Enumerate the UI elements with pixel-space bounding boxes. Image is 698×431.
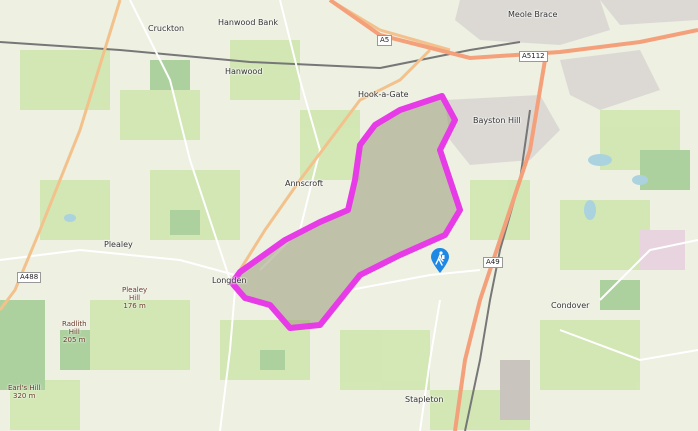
map-base bbox=[0, 0, 698, 431]
map-view[interactable]: Cruckton Hanwood Bank Meole Brace Hanwoo… bbox=[0, 0, 698, 431]
peak-label: Plealey Hill 176 m bbox=[122, 286, 148, 310]
peak-label: Earl's Hill 320 m bbox=[8, 384, 41, 400]
road-ref-label: A488 bbox=[17, 272, 42, 283]
peak-label: Radlith Hill 205 m bbox=[62, 320, 87, 344]
place-label: Hanwood Bank bbox=[218, 18, 279, 27]
place-label: Plealey bbox=[104, 240, 133, 249]
place-label: Condover bbox=[551, 301, 590, 310]
place-label: Annscroft bbox=[285, 179, 323, 188]
place-label: Longden bbox=[212, 276, 247, 285]
road-ref-label: A5112 bbox=[519, 51, 548, 62]
hiker-icon[interactable] bbox=[430, 248, 450, 274]
quarry-area bbox=[500, 360, 530, 420]
place-label: Meole Brace bbox=[508, 10, 558, 19]
place-label: Hook-a-Gate bbox=[358, 90, 409, 99]
road-ref-label: A49 bbox=[483, 257, 503, 268]
place-label: Hanwood bbox=[225, 67, 263, 76]
place-label: Cruckton bbox=[148, 24, 185, 33]
road-ref-label: A5 bbox=[377, 35, 393, 46]
place-label: Bayston Hill bbox=[473, 116, 521, 125]
pink-area bbox=[640, 230, 685, 270]
place-label: Stapleton bbox=[405, 395, 444, 404]
